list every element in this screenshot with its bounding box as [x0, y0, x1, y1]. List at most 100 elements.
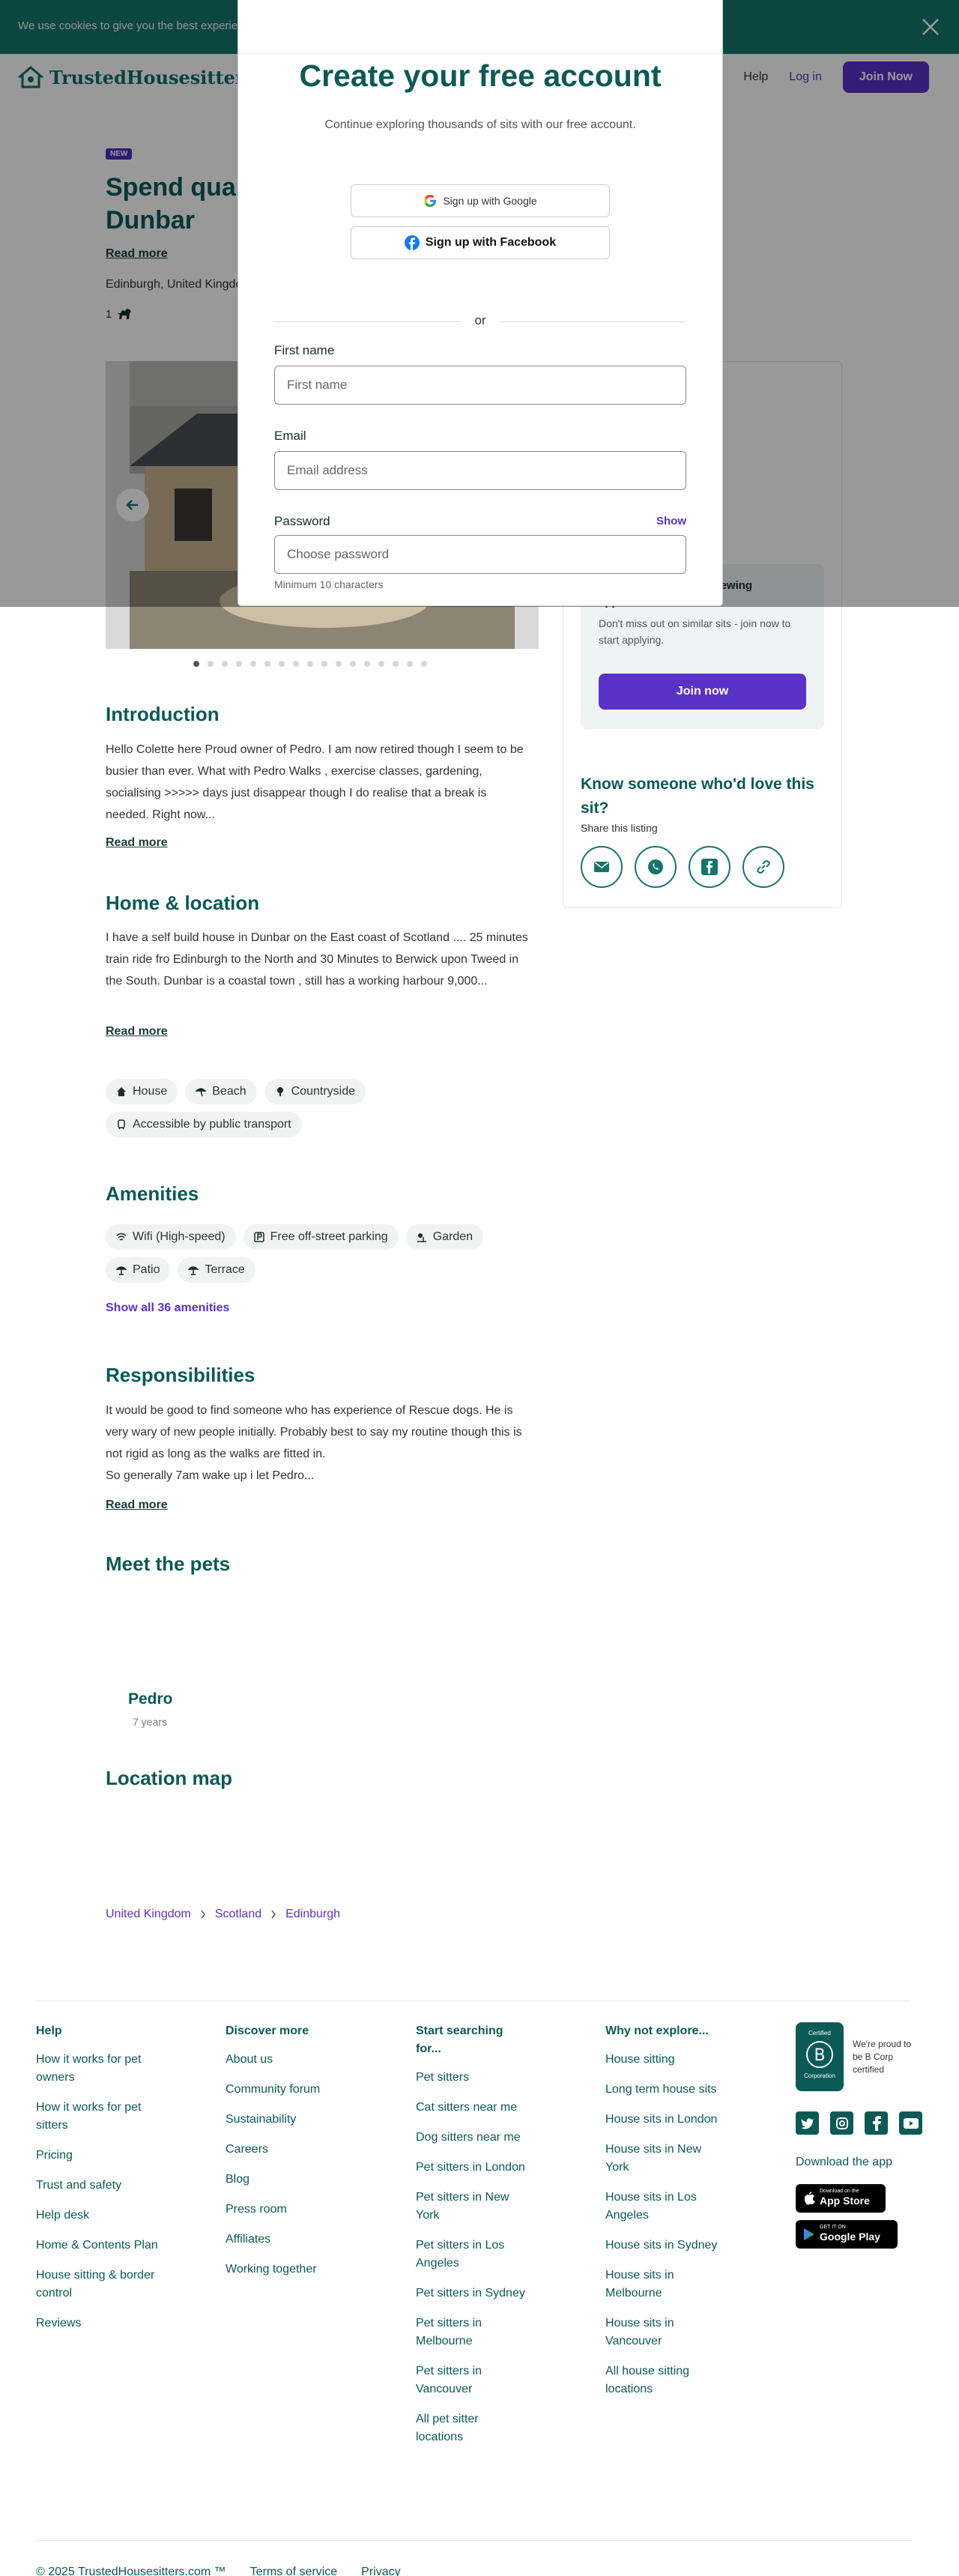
footer-link[interactable]: Careers — [226, 2141, 360, 2159]
show-all-amenities-link[interactable]: Show all 36 amenities — [106, 1301, 229, 1315]
gallery-dot[interactable] — [293, 661, 299, 667]
footer-link[interactable]: Working together — [226, 2261, 360, 2279]
share-email-button[interactable] — [581, 846, 623, 888]
gallery-dot[interactable] — [321, 661, 327, 667]
google-play-icon — [804, 2228, 814, 2240]
footer-link[interactable]: House sits in New York — [605, 2141, 718, 2177]
footer-link[interactable]: How it works for pet owners — [36, 2051, 171, 2087]
copyright-text: © 2025 TrustedHousesitters.com ™ — [36, 2566, 226, 2576]
wifi-icon — [116, 1233, 127, 1241]
pet-name[interactable]: Pedro — [128, 1690, 173, 1708]
footer-link[interactable]: Pet sitters in New York — [416, 2189, 528, 2225]
first-name-field[interactable] — [274, 366, 686, 405]
footer-link[interactable]: Pricing — [36, 2147, 171, 2165]
show-password-toggle[interactable]: Show — [656, 515, 686, 527]
footer-link[interactable]: Community forum — [226, 2081, 360, 2099]
footer-link[interactable]: House sits in Melbourne — [605, 2267, 718, 2303]
amenity-chip: Garden — [405, 1224, 484, 1250]
sidebar-join-button[interactable]: Join now — [599, 674, 806, 710]
footer-link[interactable]: Pet sitters in Vancouver — [416, 2362, 528, 2398]
gallery-dot[interactable] — [222, 661, 228, 667]
password-hint: Minimum 10 characters — [274, 578, 384, 590]
footer-heading: Discover more — [226, 2025, 309, 2037]
breadcrumb-region[interactable]: Scotland — [215, 1908, 261, 1921]
gallery-dot[interactable] — [378, 661, 384, 667]
password-field[interactable] — [274, 535, 686, 574]
google-signup-button[interactable]: Sign up with Google — [351, 184, 610, 217]
home-features: House Beach Countryside Accessible by pu… — [106, 1079, 540, 1137]
footer-link[interactable]: House sitting & border control — [36, 2267, 171, 2303]
footer-link[interactable]: Blog — [226, 2171, 360, 2189]
gallery-dot[interactable] — [208, 661, 214, 667]
footer-heading: Help — [36, 2025, 62, 2037]
responsibilities-heading: Responsibilities — [106, 1364, 255, 1386]
introduction-read-more-link[interactable]: Read more — [106, 836, 168, 850]
gallery-pagination[interactable] — [193, 661, 427, 667]
footer-link[interactable]: House sits in Sydney — [605, 2237, 718, 2255]
home-location-read-more-link[interactable]: Read more — [106, 1025, 168, 1038]
footer-link[interactable]: Affiliates — [226, 2231, 360, 2249]
google-play-button[interactable]: GET IT ON Google Play — [796, 2220, 898, 2249]
app-store-big-text: App Store — [820, 2195, 870, 2207]
gallery-dot[interactable] — [393, 661, 399, 667]
share-whatsapp-button[interactable] — [635, 846, 677, 888]
footer-link[interactable]: Reviews — [36, 2315, 171, 2332]
footer-link[interactable]: How it works for pet sitters — [36, 2099, 171, 2135]
bcorp-badge-bottom: Corporation — [804, 2072, 835, 2079]
footer-link[interactable]: House sits in Los Angeles — [605, 2189, 718, 2225]
footer-bottom-divider — [36, 2540, 911, 2541]
footer-link[interactable]: Trust and safety — [36, 2177, 171, 2195]
footer-link[interactable]: House sits in Vancouver — [605, 2315, 718, 2350]
footer-link[interactable]: Dog sitters near me — [416, 2129, 528, 2147]
footer-legal: © 2025 TrustedHousesitters.com ™ Terms o… — [36, 2566, 401, 2576]
gallery-dot[interactable] — [364, 661, 370, 667]
footer-link[interactable]: Long term house sits — [605, 2081, 718, 2099]
footer-link[interactable]: Pet sitters in London — [416, 2159, 528, 2177]
facebook-icon[interactable] — [865, 2111, 888, 2135]
gallery-dot[interactable] — [264, 661, 270, 667]
breadcrumb-country[interactable]: United Kingdom — [106, 1908, 191, 1921]
instagram-icon[interactable] — [830, 2111, 853, 2135]
privacy-link[interactable]: Privacy — [361, 2566, 400, 2576]
footer-link[interactable]: Pet sitters — [416, 2069, 528, 2087]
facebook-signup-button[interactable]: Sign up with Facebook — [351, 226, 610, 259]
app-store-button[interactable]: Download on the App Store — [796, 2184, 886, 2213]
footer-link[interactable]: House sits in London — [605, 2111, 718, 2129]
gallery-dot[interactable] — [336, 661, 342, 667]
footer-link[interactable]: House sitting — [605, 2051, 718, 2069]
footer-discover-column: Discover more About us Community forum S… — [226, 2022, 360, 2291]
gallery-dot[interactable] — [236, 661, 242, 667]
gallery-dot[interactable] — [250, 661, 256, 667]
garden-icon — [417, 1233, 426, 1242]
review-text: Don't miss out on similar sits - join no… — [599, 617, 791, 646]
twitter-icon[interactable] — [796, 2111, 819, 2135]
footer-link[interactable]: About us — [226, 2051, 360, 2069]
footer-link[interactable]: Pet sitters in Sydney — [416, 2285, 528, 2303]
gallery-dot[interactable] — [193, 661, 199, 667]
bcorp-certification: Certified B Corporation We're proud to b… — [796, 2022, 913, 2091]
gallery-dot[interactable] — [421, 661, 427, 667]
breadcrumb-city[interactable]: Edinburgh — [285, 1908, 340, 1921]
footer-link[interactable]: All house sitting locations — [605, 2362, 718, 2398]
gallery-dot[interactable] — [307, 661, 313, 667]
terms-link[interactable]: Terms of service — [250, 2566, 337, 2576]
train-icon — [118, 1119, 125, 1130]
gallery-dot[interactable] — [407, 661, 413, 667]
footer-link[interactable]: Pet sitters in Melbourne — [416, 2315, 528, 2350]
tree-icon — [276, 1087, 283, 1096]
footer-link[interactable]: Help desk — [36, 2207, 171, 2225]
footer-link[interactable]: Home & Contents Plan — [36, 2237, 171, 2255]
footer-link[interactable]: Press room — [226, 2201, 360, 2219]
gallery-dot[interactable] — [350, 661, 356, 667]
footer-link[interactable]: Cat sitters near me — [416, 2099, 528, 2117]
feature-chip: Accessible by public transport — [106, 1112, 302, 1137]
footer-link[interactable]: All pet sitter locations — [416, 2410, 528, 2446]
share-copy-link-button[interactable] — [742, 846, 784, 888]
footer-link[interactable]: Sustainability — [226, 2111, 360, 2129]
share-facebook-button[interactable] — [689, 846, 730, 888]
email-field[interactable] — [274, 451, 686, 490]
footer-link[interactable]: Pet sitters in Los Angeles — [416, 2237, 528, 2273]
responsibilities-read-more-link[interactable]: Read more — [106, 1499, 168, 1512]
gallery-dot[interactable] — [279, 661, 285, 667]
youtube-icon[interactable] — [899, 2111, 922, 2135]
